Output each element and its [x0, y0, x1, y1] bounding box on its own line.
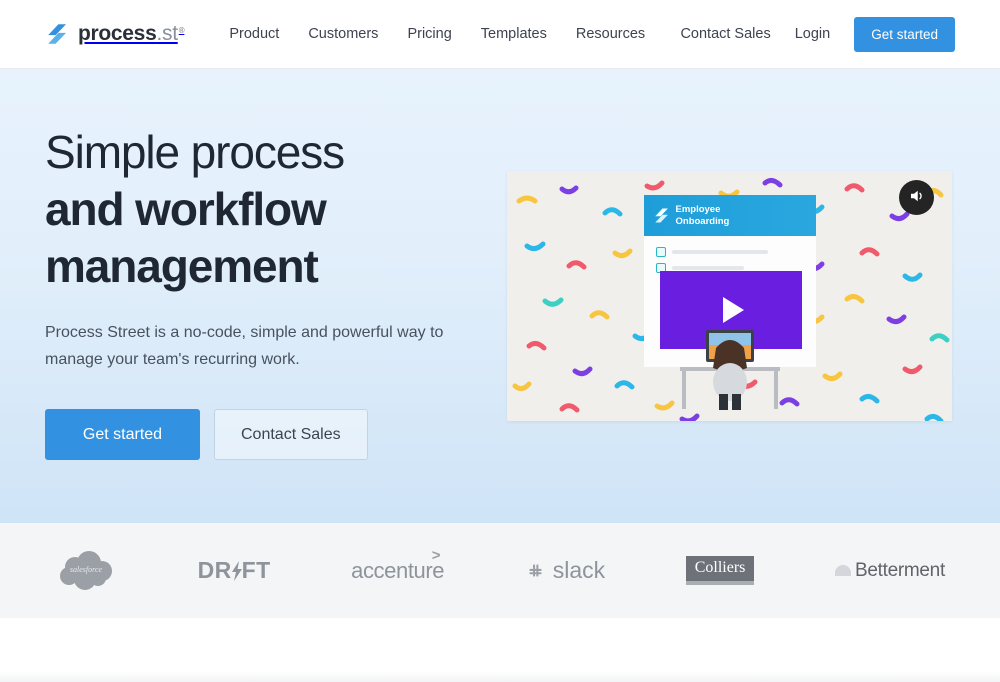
- hero-subtitle: Process Street is a no-code, simple and …: [45, 324, 444, 368]
- logo-salesforce: salesforce: [55, 548, 117, 594]
- accenture-carat-icon: >: [431, 546, 441, 564]
- salesforce-wordmark: salesforce: [70, 565, 103, 574]
- mute-toggle-button[interactable]: [899, 180, 934, 215]
- betterment-label: Betterment: [855, 559, 945, 581]
- logo-drift: DR FT: [198, 548, 271, 594]
- hero-copy: Simple process and workflow management P…: [45, 124, 465, 460]
- mock-task-row: [655, 247, 768, 257]
- brand-tld: .st: [156, 22, 178, 45]
- process-st-logo-icon: [653, 207, 670, 224]
- betterment-dome-icon: [835, 565, 851, 576]
- hero-title-line-3: management: [45, 240, 319, 292]
- lightning-bolt-icon: [231, 560, 242, 581]
- hero-title-line-2: and workflow: [45, 183, 327, 235]
- registered-mark: ®: [178, 26, 185, 35]
- nav-item-resources[interactable]: Resources: [576, 26, 645, 42]
- main-navigation: Product Customers Pricing Templates Reso…: [229, 26, 645, 42]
- nav-item-templates[interactable]: Templates: [481, 26, 547, 42]
- nav-item-pricing[interactable]: Pricing: [407, 26, 451, 42]
- brand-logo[interactable]: process .st ®: [45, 22, 185, 46]
- accenture-wordmark: accenture >: [351, 546, 445, 583]
- mock-banner-line-1: Employee: [675, 204, 721, 215]
- mock-banner-line-2: Onboarding: [675, 215, 730, 227]
- checkbox-icon: [655, 247, 666, 257]
- contact-sales-hero-button[interactable]: Contact Sales: [214, 409, 368, 460]
- logo-slack: slack: [525, 548, 605, 594]
- slack-label: slack: [552, 557, 606, 583]
- site-header: process .st ® Product Customers Pricing Te…: [0, 0, 1000, 69]
- slack-icon: [529, 564, 542, 577]
- mock-text-line: [671, 266, 744, 270]
- logo-colliers: Colliers: [685, 548, 755, 594]
- mock-banner: Employee Onboarding: [643, 195, 816, 236]
- speaker-icon: [908, 187, 926, 208]
- hero-title-line-1: Simple process: [45, 126, 345, 178]
- nav-item-customers[interactable]: Customers: [308, 26, 378, 42]
- get-started-hero-button[interactable]: Get started: [45, 409, 200, 460]
- hero-section: Simple process and workflow management P…: [0, 69, 1000, 523]
- drift-wordmark: DR FT: [197, 557, 271, 583]
- header-actions: Contact Sales Login Get started: [680, 16, 955, 52]
- page-title: Simple process and workflow management: [45, 124, 465, 295]
- nav-item-product[interactable]: Product: [229, 26, 279, 42]
- mock-banner-title: Employee Onboarding: [676, 204, 730, 227]
- get-started-header-button[interactable]: Get started: [854, 16, 955, 52]
- mock-text-line: [671, 250, 768, 254]
- hero-video-player[interactable]: Employee Onboarding: [507, 171, 952, 421]
- logo-betterment: Betterment: [835, 548, 945, 594]
- betterment-wordmark: Betterment: [835, 560, 945, 582]
- contact-sales-link[interactable]: Contact Sales: [680, 26, 770, 42]
- logo-accenture: accenture >: [351, 546, 445, 594]
- brand-wordmark: process .st ®: [78, 22, 185, 46]
- process-st-logo-icon: [45, 22, 69, 46]
- colliers-wordmark: Colliers: [685, 556, 755, 585]
- page-bottom-strip: [0, 672, 1000, 682]
- salesforce-icon: salesforce: [60, 550, 112, 590]
- customer-logos-band: salesforce DR FT accenture > slack Colli…: [0, 523, 1000, 618]
- hero-cta-group: Get started Contact Sales: [45, 409, 465, 460]
- person-at-desk-illustration: [664, 318, 796, 415]
- slack-wordmark: slack: [525, 557, 605, 584]
- below-fold-area: [0, 618, 1000, 682]
- page-root: process .st ® Product Customers Pricing Te…: [0, 0, 1000, 682]
- login-link[interactable]: Login: [795, 26, 830, 42]
- brand-name: process: [78, 22, 157, 45]
